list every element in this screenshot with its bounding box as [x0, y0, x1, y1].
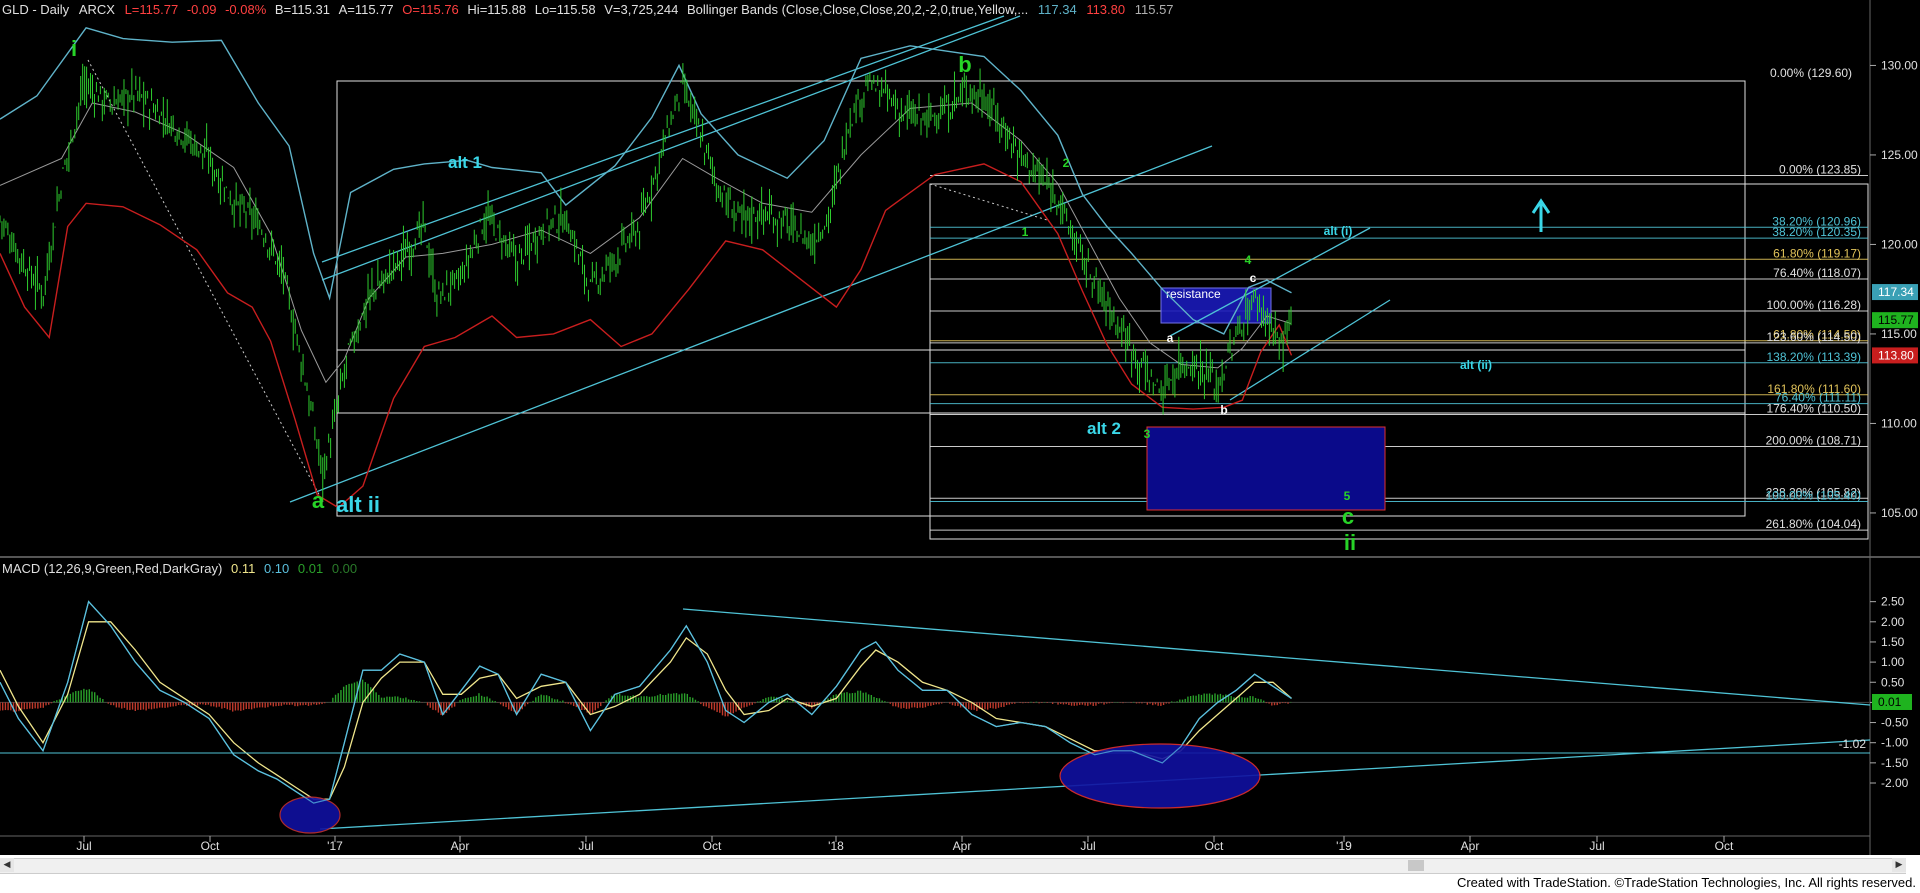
fib-label: 138.20% (113.39) — [1766, 350, 1861, 364]
date-tick-label: Apr — [451, 839, 470, 853]
macd-label: MACD (12,26,9,Green,Red,DarkGray) — [2, 561, 223, 576]
date-tick-label: '19 — [1336, 839, 1352, 853]
date-tick-label: Oct — [1205, 839, 1224, 853]
chart-canvas: 0.00% (129.60) 0.00% (123.85) 38.20% (120.… — [0, 0, 1920, 893]
wave-label: b — [958, 52, 971, 77]
macd-tick-label: 0.50 — [1881, 675, 1905, 689]
date-tick-label: Oct — [703, 839, 722, 853]
volume: V=3,725,244 — [604, 2, 679, 17]
price-tick-label: 130.00 — [1881, 58, 1918, 72]
macd-tick-label: 2.00 — [1881, 615, 1905, 629]
wave-label: alt (ii) — [1460, 358, 1492, 372]
footer-credit: Created with TradeStation. ©TradeStation… — [1456, 875, 1916, 890]
open-price: O=115.76 — [402, 2, 459, 17]
fib-label: 76.40% (118.07) — [1773, 266, 1861, 280]
fib-label: 200.00% (108.71) — [1766, 434, 1861, 448]
fib-label: 0.00% (129.60) — [1770, 66, 1852, 80]
ask-price: A=115.77 — [338, 2, 394, 17]
last-price: L=115.77 — [124, 2, 179, 17]
wave-label: 4 — [1245, 253, 1252, 267]
macd-header: MACD (12,26,9,Green,Red,DarkGray) 0.11 0… — [2, 561, 357, 576]
horizontal-scrollbar[interactable] — [0, 858, 1906, 874]
price-tick-label: 105.00 — [1881, 506, 1918, 520]
date-tick-label: Oct — [201, 839, 220, 853]
fib-label: 123.60% (114.50) — [1766, 330, 1861, 344]
wave-label: alt (i) — [1324, 224, 1353, 238]
macd-tick-label: -1.50 — [1881, 756, 1909, 770]
macd-trendline-tag: -1.02 — [1839, 737, 1867, 751]
date-tick-label: Apr — [953, 839, 972, 853]
wave-label: alt ii — [336, 492, 380, 517]
wave-label: 3 — [1144, 427, 1151, 441]
fib-label: 100.00% (116.28) — [1766, 298, 1861, 312]
price-tag-label: 115.77 — [1878, 313, 1914, 327]
macd-tick-label: -2.00 — [1881, 776, 1909, 790]
date-tick-label: Jul — [76, 839, 91, 853]
macd-tick-label: 1.50 — [1881, 635, 1905, 649]
bid-price: B=115.31 — [274, 2, 330, 17]
wave-label: ii — [1344, 530, 1356, 555]
date-tick-label: Jul — [1080, 839, 1095, 853]
date-tick-label: Apr — [1461, 839, 1480, 853]
fib-label: 61.80% (119.17) — [1773, 246, 1861, 260]
fib-label: 100.00% (105.40) — [1766, 488, 1861, 502]
macd-tick-label: 2.50 — [1881, 595, 1905, 609]
net-change: -0.09 — [186, 2, 217, 17]
scroll-left-icon[interactable]: ◀ — [0, 858, 14, 872]
macd-ellipse-large — [1059, 743, 1261, 809]
macd-tick-label: 1.00 — [1881, 655, 1905, 669]
price-tick-label: 110.00 — [1881, 416, 1917, 430]
exchange-label: ARCX — [78, 2, 115, 17]
date-tick-label: '17 — [327, 839, 343, 853]
fib-label: 176.40% (110.50) — [1766, 401, 1861, 415]
macd-tick-label: -0.50 — [1881, 716, 1909, 730]
wave-label: a — [312, 488, 325, 513]
macd-value-4: 0.00 — [331, 561, 358, 576]
wave-label: c — [1342, 504, 1354, 529]
date-tick-label: Oct — [1715, 839, 1734, 853]
date-tick-label: Jul — [1589, 839, 1604, 853]
price-tick-label: 120.00 — [1881, 237, 1918, 251]
pct-change: -0.08% — [225, 2, 267, 17]
wave-label: 2 — [1063, 156, 1070, 170]
price-tick-label: 125.00 — [1881, 148, 1918, 162]
price-tag-label: 113.80 — [1878, 348, 1914, 362]
wave-label: 5 — [1344, 489, 1351, 503]
macd-value-tag-label: 0.01 — [1878, 695, 1902, 709]
high-price: Hi=115.88 — [467, 2, 527, 17]
fib-label: 38.20% (120.35) — [1772, 225, 1861, 239]
price-header: GLD - Daily ARCX L=115.77 -0.09 -0.08% B… — [2, 2, 1174, 17]
bb-mid-value: 115.57 — [1134, 2, 1174, 17]
indicator-label: Bollinger Bands (Close,Close,Close,20,2,… — [686, 2, 1029, 17]
wave-label: i — [71, 36, 77, 61]
fib-label: 261.80% (104.04) — [1766, 517, 1861, 531]
wave-label: a — [1167, 331, 1174, 345]
wave-label: 1 — [1022, 225, 1029, 239]
wave-label: c — [1250, 271, 1257, 285]
low-price: Lo=115.58 — [534, 2, 596, 17]
macd-ellipse-small — [279, 796, 341, 834]
date-tick-label: Jul — [578, 839, 593, 853]
date-tick-label: '18 — [828, 839, 844, 853]
bb-lower-value: 113.80 — [1086, 2, 1126, 17]
macd-value-2: 0.10 — [263, 561, 290, 576]
bb-upper-value: 117.34 — [1037, 2, 1077, 17]
scroll-right-icon[interactable]: ▶ — [1892, 858, 1906, 872]
macd-tick-label: -1.00 — [1881, 736, 1909, 750]
price-tag-label: 117.34 — [1878, 285, 1914, 299]
resistance-label: resistance — [1166, 287, 1221, 301]
symbol-label: GLD - Daily — [2, 2, 70, 17]
wave-label: alt 2 — [1087, 419, 1121, 438]
wave-label: alt 1 — [448, 153, 482, 172]
wave-label: b — [1220, 403, 1227, 417]
macd-value-1: 0.11 — [230, 561, 256, 576]
scrollbar-thumb[interactable] — [1408, 860, 1424, 871]
price-tick-label: 115.00 — [1881, 327, 1917, 341]
fib-label: 0.00% (123.85) — [1779, 163, 1861, 177]
macd-value-3: 0.01 — [297, 561, 324, 576]
